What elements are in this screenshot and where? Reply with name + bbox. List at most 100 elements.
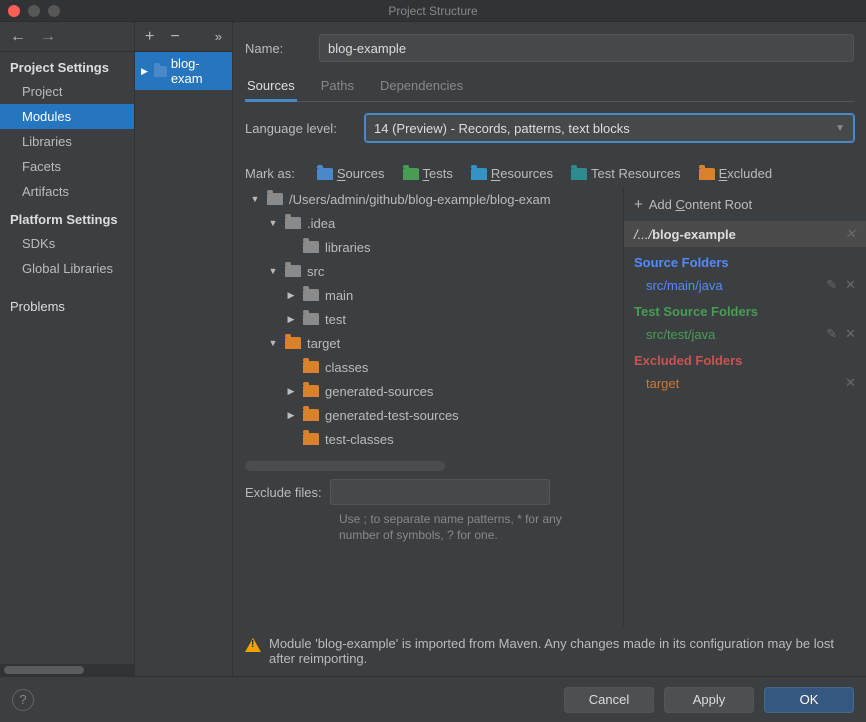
module-name-input[interactable]: blog-example — [319, 34, 854, 62]
folder-icon — [317, 168, 333, 180]
folder-path-item[interactable]: src/test/java✎✕ — [634, 323, 856, 345]
modules-list-panel: + − » ▶ blog-exam — [135, 22, 233, 676]
edit-icon[interactable]: ✎ — [826, 326, 837, 342]
project-structure-dialog: Project Structure ← → Project Settings P… — [0, 0, 866, 722]
content-root-path[interactable]: /.../blog-example ✕ — [624, 221, 866, 247]
sidebar-item-libraries[interactable]: Libraries — [0, 129, 134, 154]
tree-node[interactable]: ▼.idea — [245, 211, 619, 235]
remove-module-icon[interactable]: − — [170, 28, 179, 46]
sidebar-item-sdks[interactable]: SDKs — [0, 231, 134, 256]
modules-more-icon[interactable]: » — [215, 29, 222, 44]
nav-back-icon[interactable]: ← — [10, 28, 26, 46]
tab-dependencies[interactable]: Dependencies — [378, 72, 465, 101]
folder-icon — [303, 385, 319, 397]
expand-icon[interactable]: ▼ — [267, 266, 279, 276]
close-window-icon[interactable] — [8, 5, 20, 17]
module-tabs: Sources Paths Dependencies — [245, 72, 854, 102]
cancel-button[interactable]: Cancel — [564, 687, 654, 713]
tree-node[interactable]: ▼src — [245, 259, 619, 283]
edit-icon[interactable]: ✎ — [826, 277, 837, 293]
nav-forward-icon[interactable]: → — [40, 28, 56, 46]
folder-icon — [303, 289, 319, 301]
tree-root[interactable]: ▼ /Users/admin/github/blog-example/blog-… — [245, 187, 619, 211]
chevron-down-icon: ▼ — [835, 123, 845, 134]
folder-icon — [303, 409, 319, 421]
tree-node[interactable]: ▶test — [245, 307, 619, 331]
folder-section-title: Excluded Folders — [634, 353, 856, 368]
mark-resources-button[interactable]: Resources — [471, 166, 553, 181]
section-project-settings: Project Settings — [0, 52, 134, 79]
folder-icon — [285, 337, 301, 349]
maven-import-warning: Module 'blog-example' is imported from M… — [245, 626, 854, 676]
sidebar-item-global-libraries[interactable]: Global Libraries — [0, 256, 134, 281]
tree-node[interactable]: libraries — [245, 235, 619, 259]
ok-button[interactable]: OK — [764, 687, 854, 713]
remove-icon[interactable]: ✕ — [845, 277, 856, 293]
collapse-icon[interactable]: ▼ — [249, 194, 261, 204]
tree-node[interactable]: classes — [245, 355, 619, 379]
tab-sources[interactable]: Sources — [245, 72, 297, 101]
add-content-root-label[interactable]: Add Content Root — [649, 197, 752, 212]
expand-icon[interactable]: ▶ — [285, 314, 297, 325]
folder-icon — [699, 168, 715, 180]
folder-icon — [285, 265, 301, 277]
add-module-icon[interactable]: + — [145, 28, 154, 46]
section-platform-settings: Platform Settings — [0, 204, 134, 231]
mark-sources-button[interactable]: Sources — [317, 166, 385, 181]
folder-icon — [571, 168, 587, 180]
tree-scrollbar[interactable] — [245, 461, 445, 471]
folder-icon — [403, 168, 419, 180]
tree-node[interactable]: test-classes — [245, 427, 619, 451]
sidebar-item-facets[interactable]: Facets — [0, 154, 134, 179]
mark-test-resources-button[interactable]: Test Resources — [571, 166, 681, 181]
module-item[interactable]: ▶ blog-exam — [135, 52, 232, 90]
tree-node[interactable]: ▶main — [245, 283, 619, 307]
module-detail-panel: Name: blog-example Sources Paths Dependenc… — [233, 22, 866, 676]
expand-icon[interactable]: ▼ — [267, 338, 279, 348]
dialog-footer: ? Cancel Apply OK — [0, 676, 866, 722]
mark-tests-button[interactable]: Tests — [403, 166, 453, 181]
modules-toolbar: + − » — [135, 22, 232, 52]
expand-icon[interactable]: ▼ — [267, 218, 279, 228]
window-title: Project Structure — [0, 4, 866, 18]
folder-icon — [303, 433, 319, 445]
sidebar-item-modules[interactable]: Modules — [0, 104, 134, 129]
remove-icon[interactable]: ✕ — [845, 375, 856, 391]
mark-as-row: Mark as: Sources Tests Resources Test Re… — [245, 166, 854, 181]
help-button[interactable]: ? — [12, 689, 34, 711]
expand-icon[interactable]: ▶ — [285, 410, 297, 421]
remove-icon[interactable]: ✕ — [845, 326, 856, 342]
tree-node[interactable]: ▶generated-test-sources — [245, 403, 619, 427]
module-icon — [154, 66, 167, 77]
exclude-files-input[interactable] — [330, 479, 550, 505]
folder-icon — [285, 217, 301, 229]
tab-paths[interactable]: Paths — [319, 72, 356, 101]
expand-icon: ▶ — [141, 66, 150, 77]
expand-icon[interactable]: ▶ — [285, 386, 297, 397]
remove-content-root-icon[interactable]: ✕ — [845, 226, 856, 242]
folder-path-item[interactable]: src/main/java✎✕ — [634, 274, 856, 296]
sidebar-item-project[interactable]: Project — [0, 79, 134, 104]
sidebar-item-artifacts[interactable]: Artifacts — [0, 179, 134, 204]
language-level-dropdown[interactable]: 14 (Preview) - Records, patterns, text b… — [365, 114, 854, 142]
tree-node[interactable]: ▼target — [245, 331, 619, 355]
exclude-files-hint: Use ; to separate name patterns, * for a… — [339, 511, 589, 543]
name-label: Name: — [245, 41, 309, 56]
section-problems[interactable]: Problems — [0, 281, 134, 318]
add-content-root-icon[interactable]: + — [634, 196, 643, 213]
tree-node[interactable]: ▶generated-sources — [245, 379, 619, 403]
maximize-window-icon[interactable] — [48, 5, 60, 17]
titlebar: Project Structure — [0, 0, 866, 22]
content-root-tree[interactable]: ▼ /Users/admin/github/blog-example/blog-… — [245, 187, 619, 626]
expand-icon[interactable]: ▶ — [285, 290, 297, 301]
mark-excluded-button[interactable]: Excluded — [699, 166, 772, 181]
folder-path-item[interactable]: target✕ — [634, 372, 856, 394]
folder-section-title: Source Folders — [634, 255, 856, 270]
apply-button[interactable]: Apply — [664, 687, 754, 713]
folder-section-title: Test Source Folders — [634, 304, 856, 319]
settings-sidebar: ← → Project Settings ProjectModulesLibra… — [0, 22, 135, 676]
minimize-window-icon[interactable] — [28, 5, 40, 17]
content-roots-panel: + Add Content Root /.../blog-example ✕ S… — [623, 187, 866, 626]
sidebar-scrollbar[interactable] — [0, 664, 134, 676]
folder-icon — [303, 313, 319, 325]
